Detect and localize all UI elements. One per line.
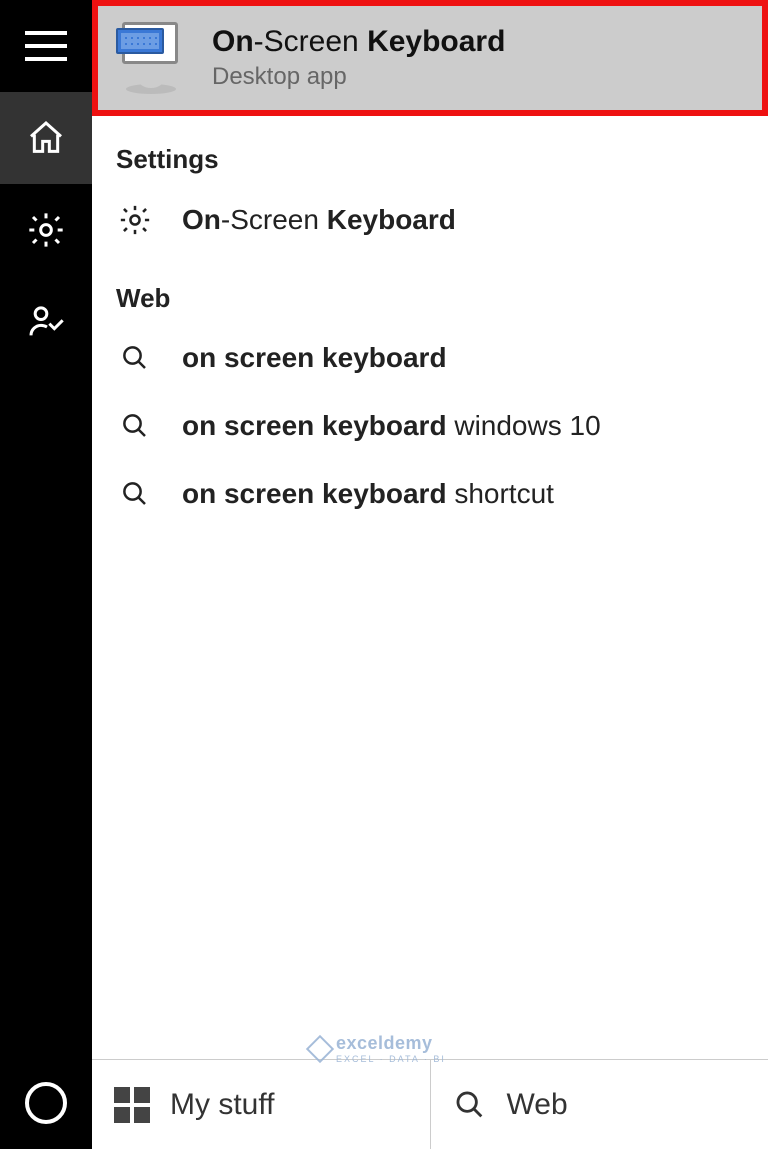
search-icon bbox=[116, 411, 154, 441]
scope-bar: My stuff Web bbox=[92, 1059, 768, 1149]
section-header-settings: Settings bbox=[92, 116, 768, 185]
search-icon bbox=[116, 479, 154, 509]
search-panel: On-Screen Keyboard Desktop app Settings … bbox=[92, 0, 768, 1149]
gear-icon bbox=[116, 203, 154, 237]
nav-home[interactable] bbox=[0, 92, 92, 184]
best-match-title: On-Screen Keyboard bbox=[212, 25, 505, 59]
gear-icon bbox=[26, 210, 66, 250]
home-icon bbox=[26, 118, 66, 158]
hamburger-button[interactable] bbox=[0, 0, 92, 92]
nav-feedback[interactable] bbox=[0, 276, 92, 368]
scope-mystuff[interactable]: My stuff bbox=[92, 1060, 430, 1149]
best-match-result[interactable]: On-Screen Keyboard Desktop app bbox=[92, 0, 768, 116]
hamburger-icon bbox=[25, 31, 67, 61]
best-match-texts: On-Screen Keyboard Desktop app bbox=[212, 25, 505, 91]
settings-result[interactable]: On-Screen Keyboard bbox=[92, 185, 768, 255]
results-area: Settings On-Screen Keyboard Web on s bbox=[92, 116, 768, 1059]
web-result-text: on screen keyboard windows 10 bbox=[182, 410, 601, 442]
scope-mystuff-label: My stuff bbox=[170, 1088, 274, 1122]
search-icon bbox=[453, 1088, 487, 1122]
search-icon bbox=[116, 343, 154, 373]
web-result[interactable]: on screen keyboard bbox=[92, 324, 768, 392]
web-result-text: on screen keyboard shortcut bbox=[182, 478, 554, 510]
on-screen-keyboard-icon bbox=[116, 22, 188, 94]
feedback-icon bbox=[26, 302, 66, 342]
start-nav bbox=[0, 0, 92, 1149]
settings-result-text: On-Screen Keyboard bbox=[182, 204, 456, 236]
nav-settings[interactable] bbox=[0, 184, 92, 276]
windows-icon bbox=[114, 1087, 150, 1123]
web-result-text: on screen keyboard bbox=[182, 342, 447, 374]
scope-web[interactable]: Web bbox=[430, 1060, 768, 1149]
web-result[interactable]: on screen keyboard windows 10 bbox=[92, 392, 768, 460]
cortana-icon bbox=[25, 1082, 67, 1124]
web-result[interactable]: on screen keyboard shortcut bbox=[92, 460, 768, 528]
best-match-subtitle: Desktop app bbox=[212, 63, 505, 91]
cortana-button[interactable] bbox=[0, 1057, 92, 1149]
section-header-web: Web bbox=[92, 255, 768, 324]
scope-web-label: Web bbox=[507, 1088, 568, 1122]
